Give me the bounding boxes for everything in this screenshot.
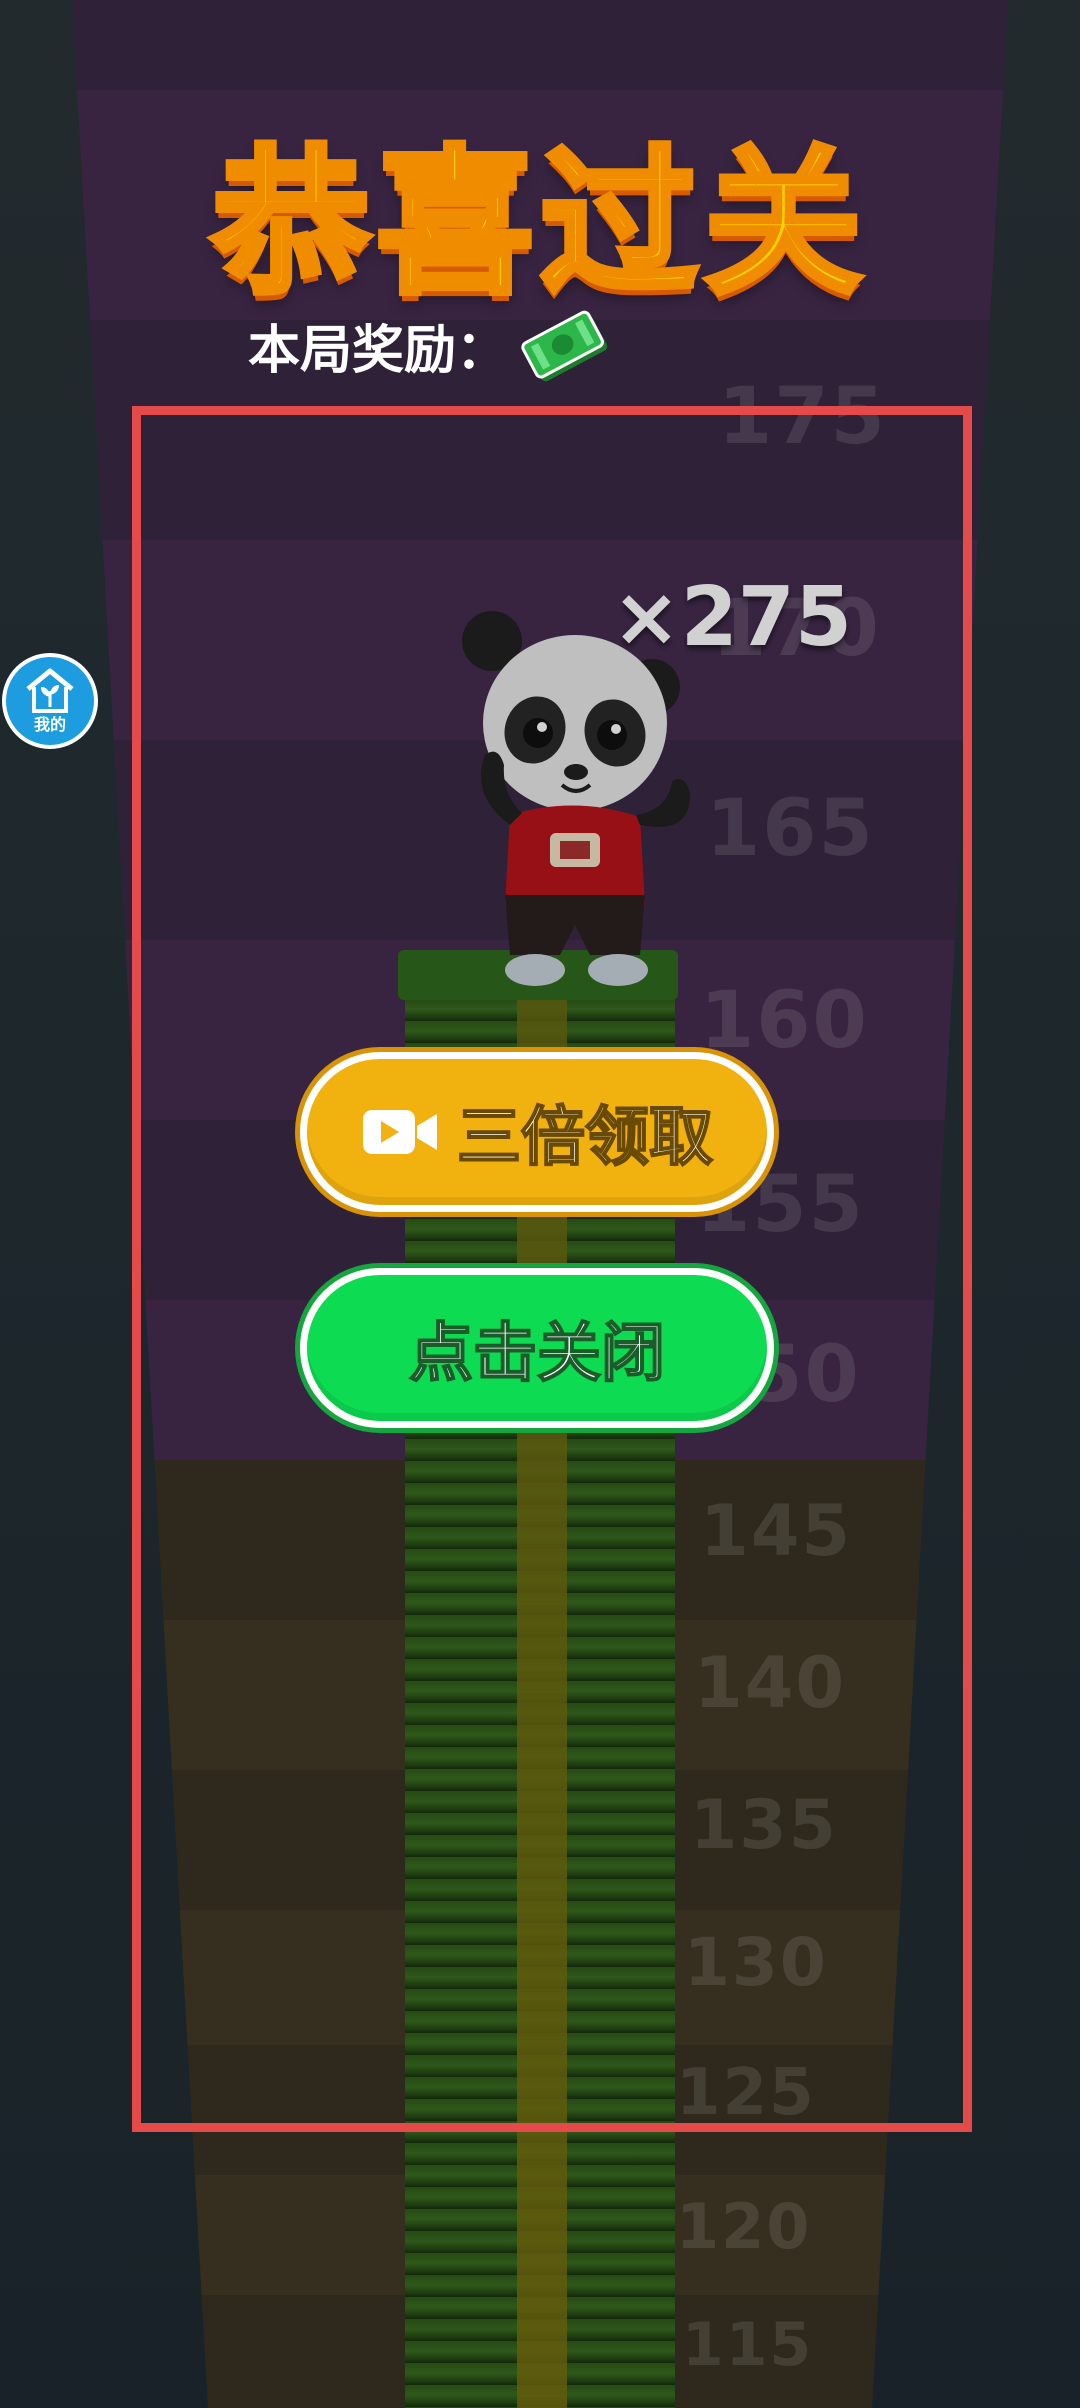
tower-band	[72, 0, 1008, 90]
level-complete-title: 恭喜过关	[209, 129, 868, 319]
my-home-button[interactable]: 我的	[2, 653, 98, 749]
triple-claim-label: 三倍领取	[456, 1100, 714, 1176]
home-plant-icon	[26, 668, 74, 713]
cash-bundle-icon	[521, 310, 608, 382]
my-home-label: 我的	[33, 715, 66, 734]
game-screen: 175 170 165 160 155 150 145 140 135 130 …	[0, 0, 1080, 2408]
reward-label: 本局奖励：	[248, 320, 509, 381]
tower-label: 120	[676, 2190, 812, 2263]
reward-row: 本局奖励：	[248, 300, 610, 390]
tower-label: 115	[682, 2310, 814, 2380]
close-label: 点击关闭	[408, 1316, 666, 1392]
video-camera-icon	[363, 1110, 437, 1154]
triple-claim-button[interactable]: 三倍领取	[300, 1052, 774, 1212]
close-button[interactable]: 点击关闭	[300, 1268, 774, 1428]
